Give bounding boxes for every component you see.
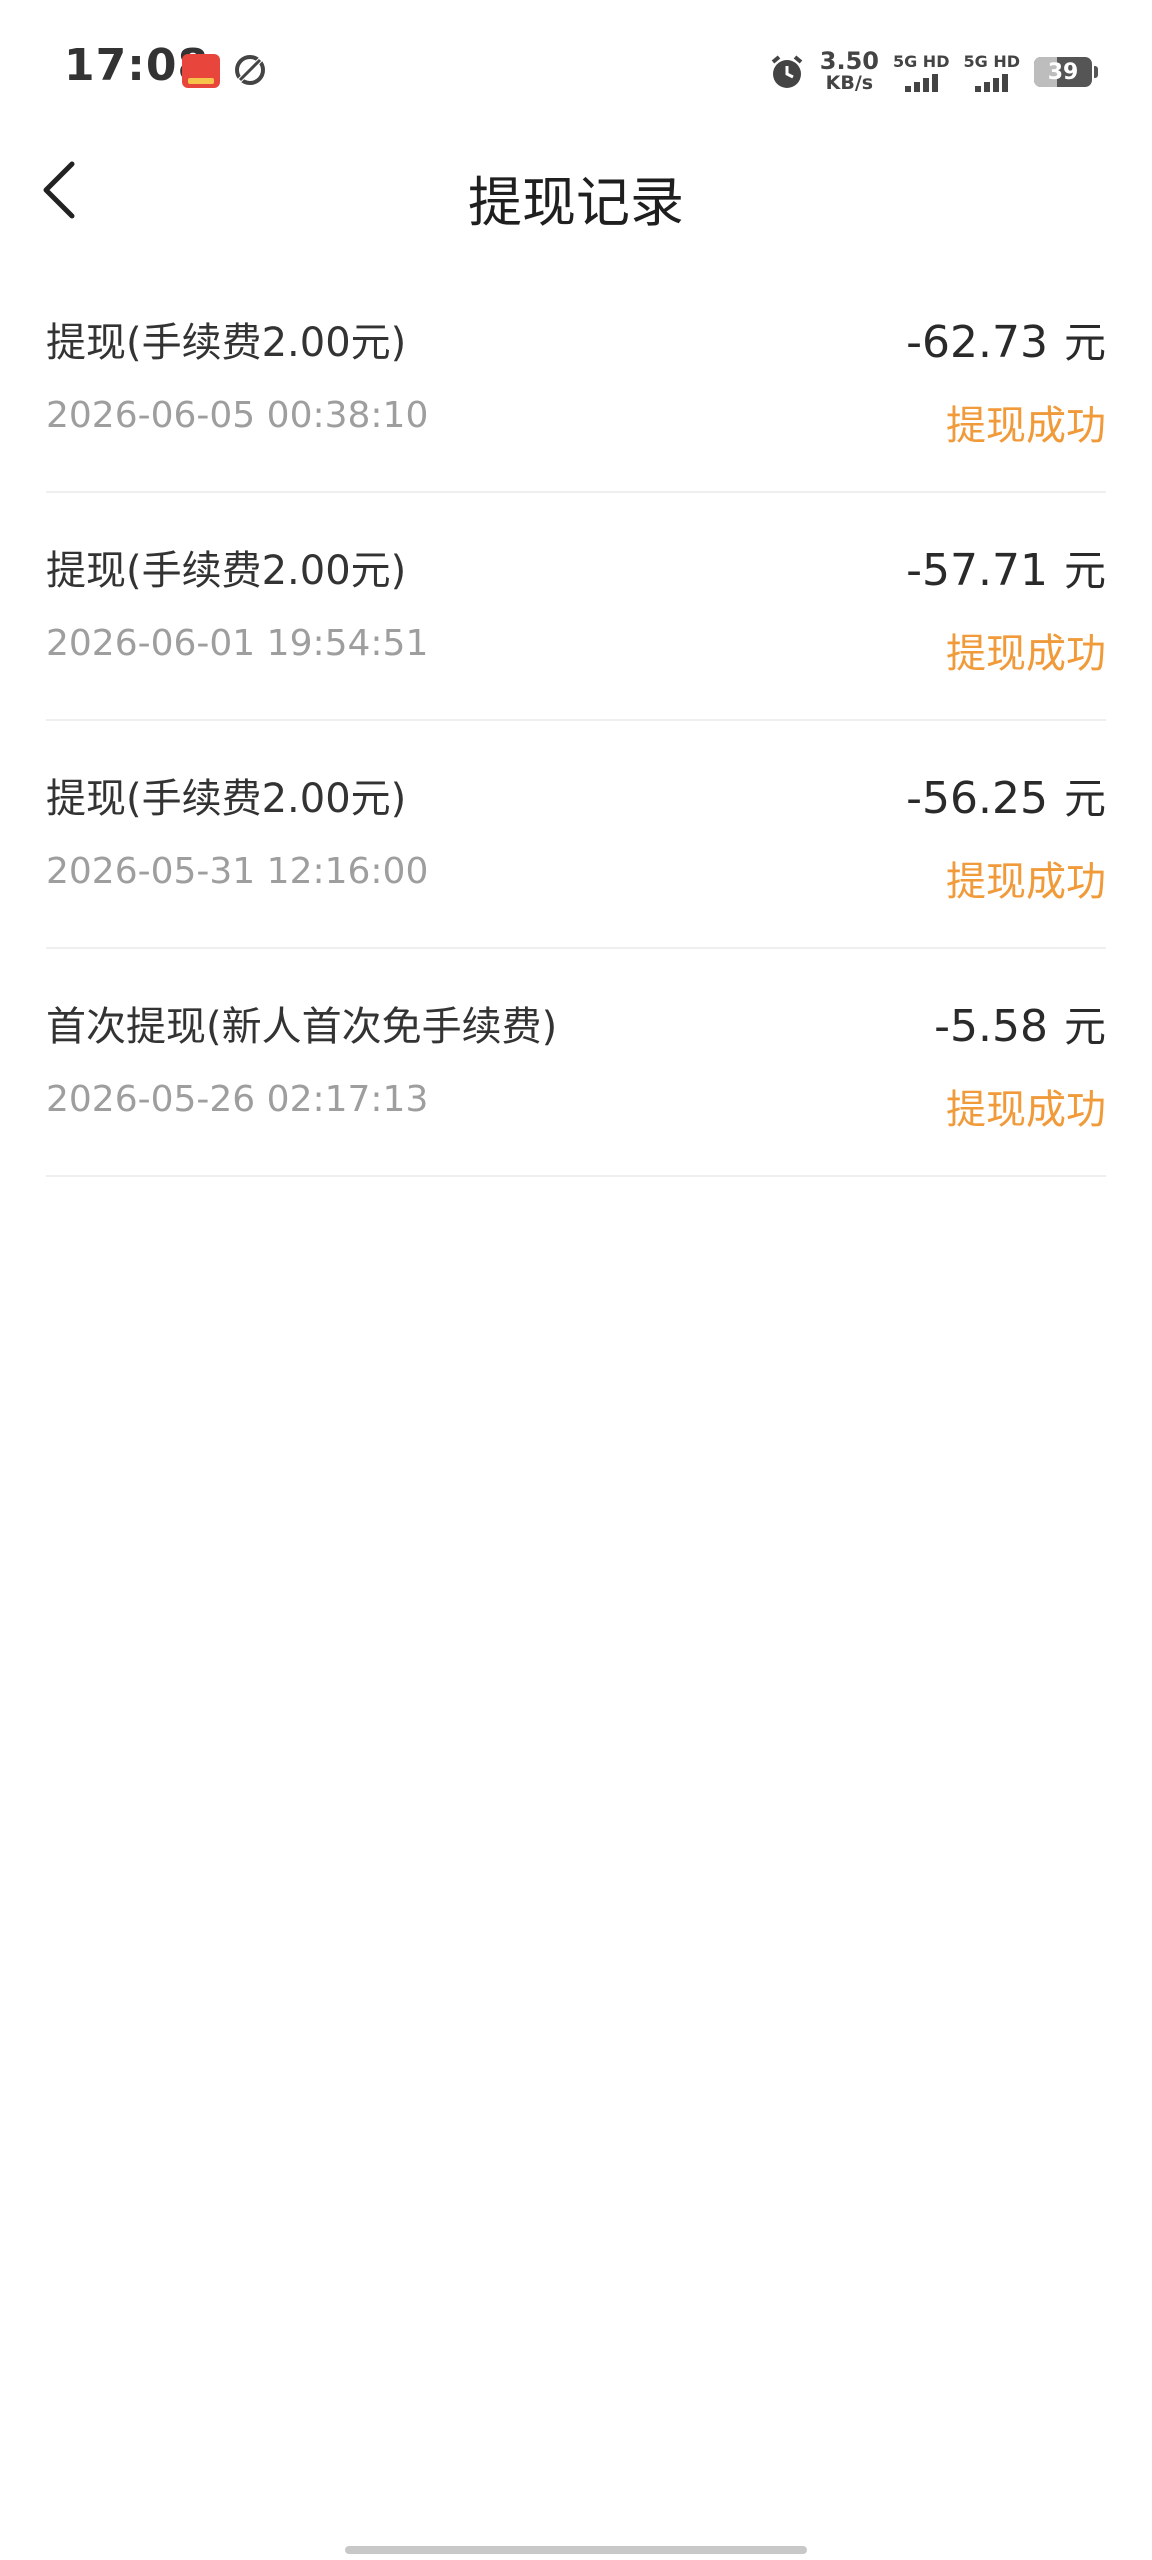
record-amount-value: -57.71	[906, 545, 1048, 596]
page-header: 提现记录	[0, 140, 1152, 240]
record-status: 提现成功	[946, 859, 1106, 905]
battery-level: 39	[1047, 59, 1079, 85]
network-speed-unit: KB/s	[825, 72, 874, 94]
status-bar: 17:08 3.50 KB/s 5G HD 5G HD 39	[0, 0, 1152, 140]
battery-icon: 39	[1034, 57, 1098, 87]
record-amount: -57.71 元	[906, 537, 1106, 598]
record-amount-unit: 元	[1063, 1002, 1106, 1051]
record-amount: -5.58 元	[934, 993, 1106, 1054]
home-indicator[interactable]	[345, 2546, 807, 2554]
status-indicators: 3.50 KB/s 5G HD 5G HD 39	[768, 44, 1098, 100]
record-amount-value: -62.73	[906, 317, 1048, 368]
signal-2-label: 5G HD	[963, 52, 1020, 71]
signal-bars-icon	[975, 72, 1009, 92]
record-amount: -62.73 元	[906, 309, 1106, 370]
signal-2: 5G HD	[963, 52, 1020, 92]
record-amount-value: -5.58	[934, 1001, 1048, 1052]
page-title: 提现记录	[468, 171, 684, 234]
withdrawal-record-list: 提现(手续费2.00元) 2026-06-05 00:38:10 -62.73 元…	[46, 265, 1106, 1177]
network-speed: 3.50 KB/s	[819, 47, 879, 94]
signal-1-label: 5G HD	[892, 52, 950, 71]
record-time: 2026-06-01 19:54:51	[46, 623, 429, 664]
record-title: 首次提现(新人首次免手续费)	[46, 1004, 558, 1050]
record-title: 提现(手续费2.00元)	[46, 320, 407, 366]
record-amount-value: -56.25	[906, 773, 1048, 824]
record-title: 提现(手续费2.00元)	[46, 548, 407, 594]
record-time: 2026-06-05 00:38:10	[46, 395, 429, 436]
list-item[interactable]: 提现(手续费2.00元) 2026-05-31 12:16:00 -56.25 元…	[46, 721, 1106, 949]
sync-app-icon	[235, 55, 265, 85]
record-status: 提现成功	[946, 403, 1106, 449]
alarm-clock-icon	[771, 55, 803, 88]
record-title: 提现(手续费2.00元)	[46, 776, 407, 822]
record-amount-unit: 元	[1063, 318, 1106, 367]
record-amount-unit: 元	[1063, 546, 1106, 595]
record-amount: -56.25 元	[906, 765, 1106, 826]
record-time: 2026-05-26 02:17:13	[46, 1079, 429, 1120]
list-item[interactable]: 首次提现(新人首次免手续费) 2026-05-26 02:17:13 -5.58…	[46, 949, 1106, 1177]
record-time: 2026-05-31 12:16:00	[46, 851, 429, 892]
record-amount-unit: 元	[1063, 774, 1106, 823]
list-item[interactable]: 提现(手续费2.00元) 2026-06-01 19:54:51 -57.71 元…	[46, 493, 1106, 721]
signal-1: 5G HD	[892, 52, 950, 92]
record-status: 提现成功	[946, 631, 1106, 677]
list-item[interactable]: 提现(手续费2.00元) 2026-06-05 00:38:10 -62.73 元…	[46, 265, 1106, 493]
signal-bars-icon	[904, 72, 938, 92]
news-app-icon	[182, 54, 220, 88]
network-speed-value: 3.50	[819, 47, 879, 75]
record-status: 提现成功	[946, 1087, 1106, 1133]
